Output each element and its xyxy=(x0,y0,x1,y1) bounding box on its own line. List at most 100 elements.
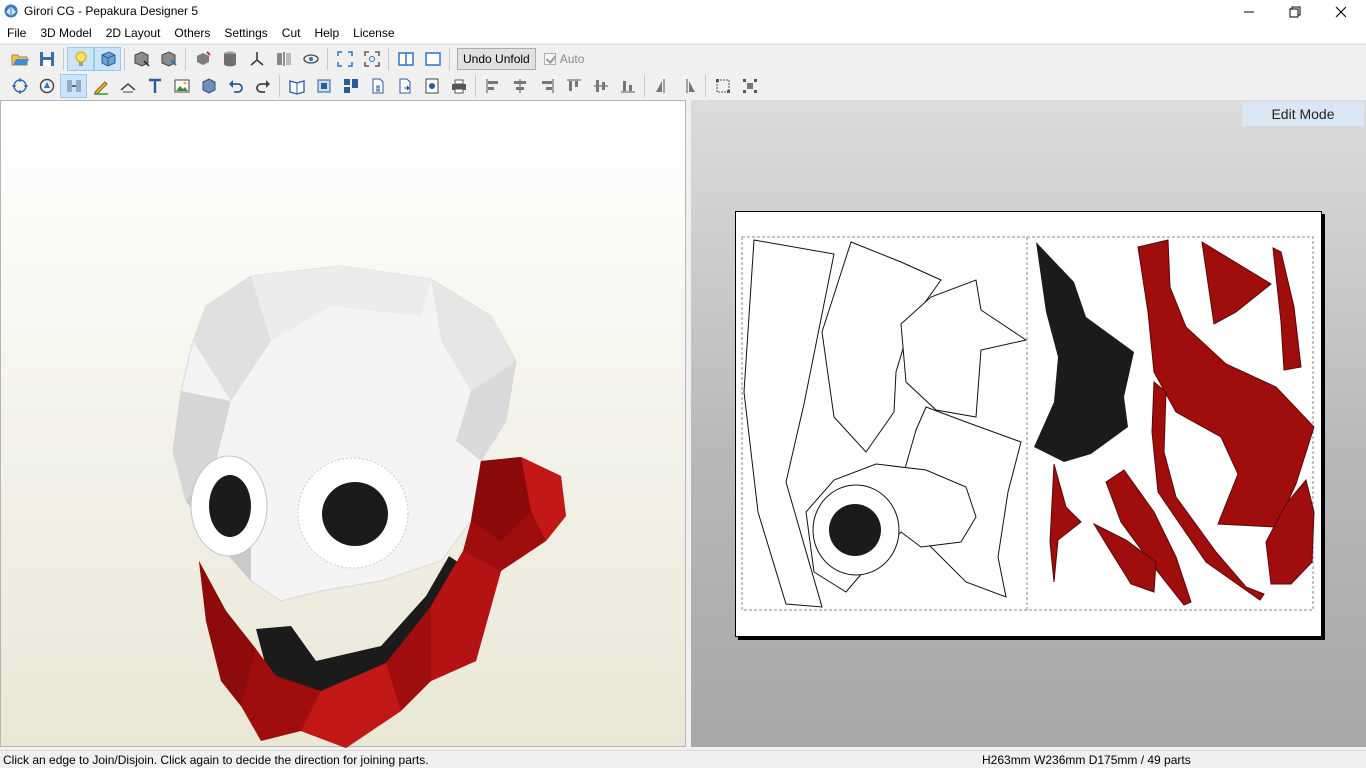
join-edge-button[interactable] xyxy=(60,74,87,98)
undo-icon xyxy=(228,80,243,93)
align-left-button[interactable] xyxy=(479,74,506,98)
toolbar-separator xyxy=(388,47,389,70)
arrange-button[interactable] xyxy=(337,74,364,98)
texture-button[interactable] xyxy=(94,46,121,71)
auto-checkbox[interactable]: Auto xyxy=(543,51,585,66)
close-icon xyxy=(1335,6,1347,17)
align-middle-button[interactable] xyxy=(587,74,614,98)
window-title: Girori CG - Pepakura Designer 5 xyxy=(24,4,199,18)
undo-unfold-button[interactable]: Undo Unfold xyxy=(457,47,536,70)
pencil-button[interactable] xyxy=(87,74,114,98)
auto-label: Auto xyxy=(559,51,585,66)
menu-help[interactable]: Help xyxy=(307,23,346,43)
align-left-icon xyxy=(486,79,498,93)
rotate-part-button[interactable] xyxy=(33,74,60,98)
align-center-button[interactable] xyxy=(506,74,533,98)
group-button[interactable] xyxy=(736,74,763,98)
fold-lines-button[interactable] xyxy=(270,47,297,71)
align-bottom-button[interactable] xyxy=(614,74,641,98)
toolbar-separator xyxy=(449,47,450,70)
menu-3d-model[interactable]: 3D Model xyxy=(33,23,98,43)
menu-2d-layout[interactable]: 2D Layout xyxy=(99,23,168,43)
toolbar-separator xyxy=(124,47,125,70)
show-hide-icon xyxy=(302,53,319,64)
unfold-selected-button[interactable] xyxy=(155,47,182,71)
rotate-button[interactable] xyxy=(6,74,33,98)
fit-page-button[interactable] xyxy=(310,74,337,98)
mask-3d-model[interactable] xyxy=(1,101,687,748)
toolbar-separator xyxy=(475,75,476,97)
view-3d[interactable] xyxy=(0,100,687,748)
group-icon xyxy=(742,79,757,93)
model-dimensions: H263mm W236mm D175mm / 49 parts xyxy=(982,753,1191,767)
toolbar-separator xyxy=(705,75,706,97)
print-preview-icon xyxy=(425,78,438,94)
cylinder-button[interactable] xyxy=(216,47,243,71)
minimize-icon xyxy=(1244,11,1254,12)
undo-button[interactable] xyxy=(222,74,249,98)
select-button[interactable] xyxy=(709,74,736,98)
view-2d[interactable]: Edit Mode xyxy=(691,100,1366,747)
text-button[interactable] xyxy=(141,74,168,98)
menu-license[interactable]: License xyxy=(346,23,401,43)
image-button[interactable] xyxy=(168,74,195,98)
text-icon xyxy=(148,78,161,93)
menu-settings[interactable]: Settings xyxy=(217,23,274,43)
single-view-button[interactable] xyxy=(419,47,446,71)
axis-button[interactable] xyxy=(243,47,270,71)
join-edge-icon xyxy=(66,80,81,92)
align-right-button[interactable] xyxy=(533,74,560,98)
paper-sheet xyxy=(735,211,1322,637)
restore-icon xyxy=(1289,6,1301,17)
image-icon xyxy=(174,79,189,93)
rotate-icon xyxy=(11,78,28,94)
menu-file[interactable]: File xyxy=(0,23,33,43)
export-button[interactable] xyxy=(391,74,418,98)
split-view-icon xyxy=(397,51,414,66)
fold-button[interactable] xyxy=(114,74,141,98)
rotate-part-icon xyxy=(39,78,54,94)
print-preview-button[interactable] xyxy=(418,74,445,98)
axis-icon xyxy=(250,51,263,66)
flip-left-icon xyxy=(655,79,664,93)
move-parts-button[interactable] xyxy=(189,47,216,71)
close-button[interactable] xyxy=(1318,0,1364,23)
fit-2d-icon xyxy=(363,50,380,67)
edit-mode-label: Edit Mode xyxy=(1242,102,1364,126)
flip-left-button[interactable] xyxy=(648,74,675,98)
move-parts-icon xyxy=(196,50,211,65)
print-button[interactable] xyxy=(445,74,472,98)
fit-2d-button[interactable] xyxy=(358,47,385,71)
book-button[interactable] xyxy=(283,74,310,98)
box-button[interactable] xyxy=(195,74,222,98)
minimize-button[interactable] xyxy=(1226,0,1272,23)
export-icon xyxy=(399,78,410,94)
menu-cut[interactable]: Cut xyxy=(275,23,308,43)
unfolded-parts[interactable] xyxy=(736,212,1323,638)
page-number-button[interactable] xyxy=(364,74,391,98)
restore-button[interactable] xyxy=(1272,0,1318,23)
show-hide-button[interactable] xyxy=(297,47,324,71)
unfold-selected-icon xyxy=(161,50,177,67)
main-toolbar: Undo Unfold Auto xyxy=(0,44,1366,72)
select-icon xyxy=(715,79,730,93)
unfold-button[interactable] xyxy=(128,47,155,71)
fold-icon xyxy=(120,83,135,93)
open-icon xyxy=(11,54,29,65)
toolbar-separator xyxy=(279,75,280,97)
save-icon xyxy=(39,51,54,66)
align-right-icon xyxy=(541,79,553,93)
texture-icon xyxy=(101,50,115,67)
pepakura-window: Girori CG - Pepakura Designer 5 File 3D … xyxy=(0,0,1366,768)
redo-button[interactable] xyxy=(249,74,276,98)
light-button[interactable] xyxy=(67,46,94,71)
toolbar-separator xyxy=(644,75,645,97)
split-view-button[interactable] xyxy=(392,47,419,71)
open-button[interactable] xyxy=(6,47,33,71)
fit-3d-button[interactable] xyxy=(331,47,358,71)
print-icon xyxy=(451,79,466,94)
menu-others[interactable]: Others xyxy=(167,23,217,43)
align-top-button[interactable] xyxy=(560,74,587,98)
flip-right-button[interactable] xyxy=(675,74,702,98)
save-button[interactable] xyxy=(33,47,60,71)
